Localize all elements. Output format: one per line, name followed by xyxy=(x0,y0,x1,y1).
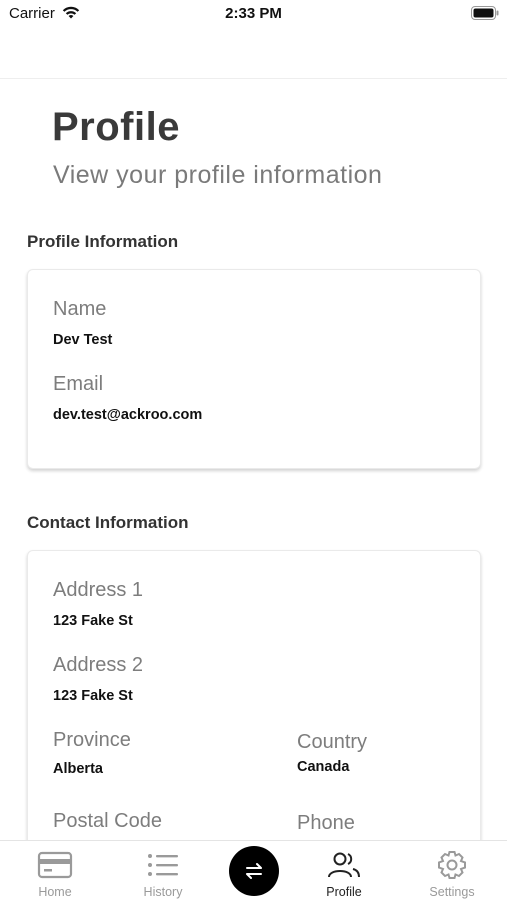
swap-arrows-icon xyxy=(246,863,262,879)
gear-icon xyxy=(438,851,466,879)
contact-section-title: Contact Information xyxy=(27,513,189,532)
postal-code-label: Postal Code xyxy=(53,810,162,832)
contact-info-card: Address 1 123 Fake St Address 2 123 Fake… xyxy=(27,550,481,880)
country-value: Canada xyxy=(297,759,350,775)
tab-home[interactable]: Home xyxy=(10,841,100,900)
email-label: Email xyxy=(53,373,104,395)
email-value: dev.test@ackroo.com xyxy=(53,407,203,423)
tab-settings-label: Settings xyxy=(429,885,475,899)
country-label: Country xyxy=(297,731,368,753)
phone-label: Phone xyxy=(297,812,355,834)
tab-history[interactable]: History xyxy=(118,841,208,900)
page-title: Profile xyxy=(52,105,180,149)
profile-section-title: Profile Information xyxy=(27,232,179,251)
tab-history-label: History xyxy=(143,885,183,899)
page-subtitle: View your profile information xyxy=(53,161,383,189)
users-icon xyxy=(328,852,360,878)
clock: 2:33 PM xyxy=(225,5,282,22)
list-icon xyxy=(148,854,178,876)
battery-icon xyxy=(471,6,499,20)
nav-divider xyxy=(0,78,507,79)
name-value: Dev Test xyxy=(53,332,113,348)
wallet-card-icon xyxy=(37,851,73,879)
status-bar: Carrier 2:33 PM xyxy=(0,0,507,30)
profile-info-card: Name Dev Test Email dev.test@ackroo.com xyxy=(27,269,481,469)
transfer-button[interactable] xyxy=(229,846,279,896)
province-label: Province xyxy=(53,729,131,751)
name-label: Name xyxy=(53,298,107,320)
tab-settings[interactable]: Settings xyxy=(407,841,497,900)
address1-value: 123 Fake St xyxy=(53,613,133,629)
tab-profile-label: Profile xyxy=(326,885,362,899)
address2-label: Address 2 xyxy=(53,654,144,676)
tab-home-label: Home xyxy=(38,885,72,899)
tab-profile[interactable]: Profile xyxy=(299,841,389,900)
address1-label: Address 1 xyxy=(53,579,144,601)
province-value: Alberta xyxy=(53,761,103,777)
address2-value: 123 Fake St xyxy=(53,688,133,704)
